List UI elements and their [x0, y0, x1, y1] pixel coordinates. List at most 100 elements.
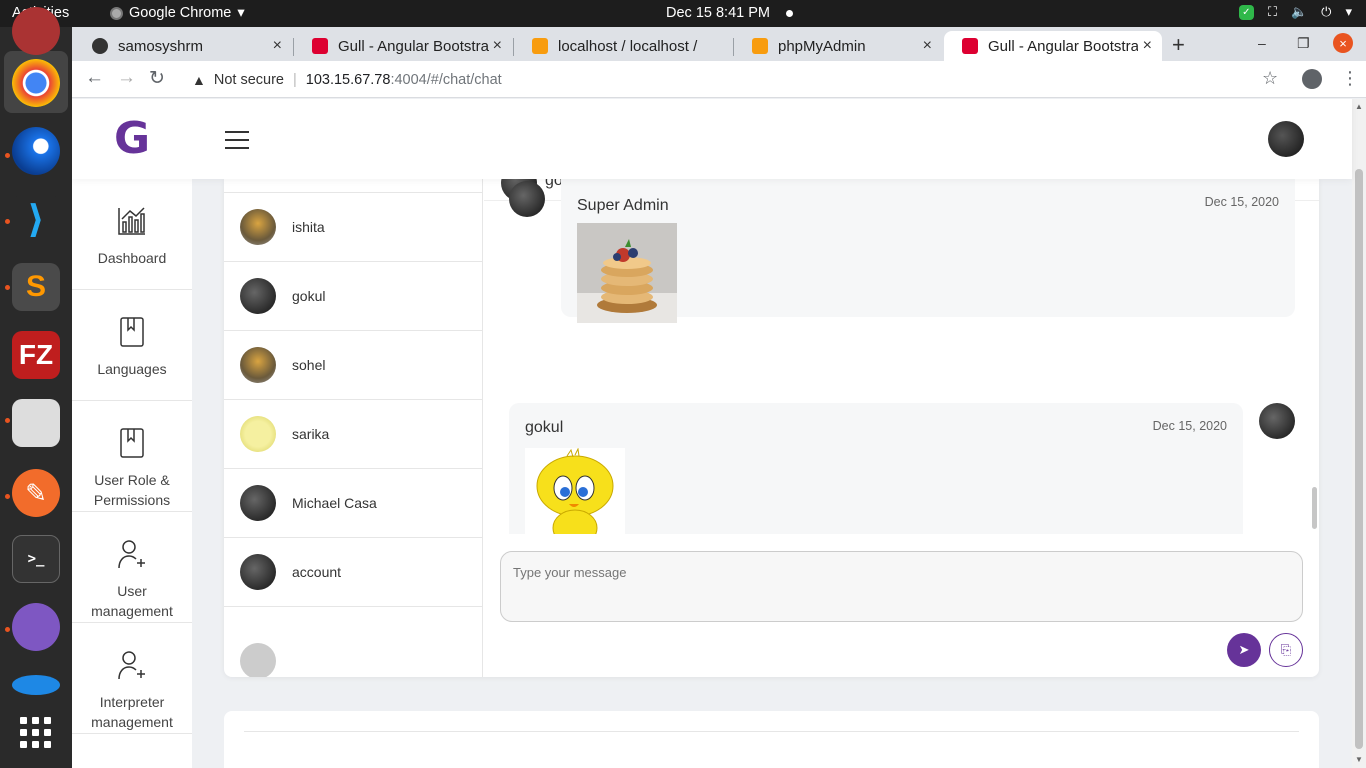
chrome-icon[interactable]: [12, 59, 60, 107]
sidebar-item-dashboard[interactable]: Dashboard: [72, 179, 192, 290]
browser-toolbar: ← → ↻ ▲ Not secure | 103.15.67.78:4004/#…: [72, 61, 1366, 98]
contact-item[interactable]: [224, 607, 483, 677]
add-user-icon: [118, 651, 145, 680]
profile-icon[interactable]: [1302, 69, 1322, 89]
forward-button[interactable]: →: [117, 67, 136, 89]
close-icon[interactable]: ×: [493, 37, 502, 55]
new-tab-button[interactable]: +: [1172, 32, 1185, 58]
show-apps-icon[interactable]: [20, 717, 51, 748]
sidebar: Dashboard Languages User Role & Permissi…: [72, 179, 192, 768]
message-input[interactable]: [500, 551, 1303, 622]
warning-icon[interactable]: ▲: [192, 72, 206, 88]
chevron-down-icon: ▾: [237, 5, 245, 21]
page-scrollbar[interactable]: ▲ ▼: [1352, 99, 1366, 768]
contact-list[interactable]: ishita gokul sohel sarika Michael Casa a…: [224, 179, 483, 677]
back-button[interactable]: ←: [85, 67, 104, 89]
system-top-bar: Activities Google Chrome ▾ Dec 15 8:41 P…: [0, 0, 1366, 27]
bookmark-star-icon[interactable]: ☆: [1262, 68, 1278, 89]
avatar: [240, 209, 276, 245]
footer-card: [224, 711, 1319, 768]
phpmyadmin-icon: [532, 38, 548, 54]
user-avatar[interactable]: [1268, 121, 1304, 157]
thunderbird-icon[interactable]: [12, 127, 60, 175]
sublime-icon[interactable]: S: [12, 263, 60, 311]
app-name: Google Chrome: [129, 5, 232, 21]
skype-icon[interactable]: [12, 675, 60, 695]
tab-gull-1[interactable]: Gull - Angular Bootstra ×: [294, 31, 512, 61]
pancakes-image[interactable]: [577, 223, 677, 323]
clock[interactable]: Dec 15 8:41 PM: [666, 5, 770, 21]
avatar: [240, 642, 276, 677]
angular-icon: [312, 38, 328, 54]
power-icon[interactable]: ⏻: [1321, 4, 1331, 20]
window-close-button[interactable]: ×: [1333, 33, 1353, 53]
message-bubble: gokul Dec 15, 2020: [509, 403, 1243, 534]
postman-icon[interactable]: ✎: [12, 469, 60, 517]
hamburger-menu-icon[interactable]: [225, 131, 249, 155]
attach-button[interactable]: ⎘: [1269, 633, 1303, 667]
volume-icon[interactable]: 🔈: [1291, 4, 1307, 20]
avatar: [240, 347, 276, 383]
sidebar-item-user-management[interactable]: User management: [72, 512, 192, 623]
contact-item[interactable]: sohel: [224, 331, 483, 400]
contact-item[interactable]: sarika: [224, 400, 483, 469]
close-icon[interactable]: ×: [273, 37, 282, 55]
contact-item[interactable]: account: [224, 538, 483, 607]
list-item[interactable]: [224, 179, 483, 193]
shield-icon[interactable]: ✓: [1238, 4, 1254, 20]
avatar: [240, 485, 276, 521]
chat-scrollbar[interactable]: [1312, 487, 1317, 529]
terminal-icon[interactable]: >_: [12, 535, 60, 583]
scroll-down-icon[interactable]: ▼: [1355, 755, 1363, 764]
files-icon[interactable]: [12, 399, 60, 447]
book-icon: [120, 428, 144, 458]
contact-item[interactable]: ishita: [224, 193, 483, 262]
reload-button[interactable]: ↻: [149, 67, 165, 90]
vscode-icon[interactable]: ⟩: [12, 195, 60, 243]
tab-phpmyadmin[interactable]: phpMyAdmin ×: [734, 31, 942, 61]
filezilla-icon[interactable]: FZ: [12, 331, 60, 379]
scrollbar-thumb[interactable]: [1355, 169, 1363, 749]
chevron-down-icon[interactable]: ▾: [1345, 4, 1352, 20]
angular-icon: [962, 38, 978, 54]
close-icon[interactable]: ×: [923, 37, 932, 55]
sidebar-item-languages[interactable]: Languages: [72, 290, 192, 401]
system-tray[interactable]: ✓ ⛶ 🔈 ⏻ ▾: [1238, 4, 1352, 20]
send-button[interactable]: ➤: [1227, 633, 1261, 667]
tab-localhost[interactable]: localhost / localhost /: [514, 31, 732, 61]
app-logo[interactable]: G: [114, 113, 150, 164]
app-menu[interactable]: Google Chrome ▾: [110, 5, 245, 21]
address-bar[interactable]: ▲ Not secure | 103.15.67.78:4004/#/chat/…: [180, 65, 1284, 94]
dock: ⟩ S FZ ✎ >_: [0, 7, 72, 768]
conversation[interactable]: gokul Super Admin Dec 15, 2020: [484, 179, 1319, 534]
sidebar-item-user-role-permissions[interactable]: User Role & Permissions: [72, 401, 192, 512]
maximize-button[interactable]: ❐: [1297, 35, 1310, 52]
url-host: 103.15.67.78: [305, 71, 391, 88]
message-bubble: Super Admin Dec 15, 2020: [561, 179, 1295, 323]
avatar: [509, 181, 545, 217]
security-label[interactable]: Not secure: [214, 72, 284, 88]
network-icon[interactable]: ⛶: [1268, 4, 1277, 20]
app-icon[interactable]: [12, 7, 60, 55]
sidebar-item-interpreter-management[interactable]: Interpreter management: [72, 623, 192, 734]
contact-item[interactable]: gokul: [224, 262, 483, 331]
avatar: [240, 416, 276, 452]
phpmyadmin-icon: [752, 38, 768, 54]
app-header: G: [72, 99, 1352, 179]
pidgin-icon[interactable]: [12, 603, 60, 651]
tab-samosyshrm[interactable]: samosyshrm ×: [74, 31, 292, 61]
minimize-button[interactable]: –: [1258, 35, 1266, 51]
scroll-up-icon[interactable]: ▲: [1355, 102, 1363, 111]
tweety-image[interactable]: [525, 448, 625, 534]
close-icon[interactable]: ×: [1143, 37, 1152, 55]
contact-item[interactable]: Michael Casa: [224, 469, 483, 538]
menu-icon[interactable]: ⋮: [1341, 68, 1359, 89]
tab-gull-active[interactable]: Gull - Angular Bootstra ×: [944, 31, 1162, 61]
avatar: [240, 278, 276, 314]
chat-card: ishita gokul sohel sarika Michael Casa a…: [224, 179, 1319, 677]
avatar: [240, 554, 276, 590]
tab-strip: samosyshrm × Gull - Angular Bootstra × l…: [72, 27, 1366, 61]
chart-icon: [118, 207, 145, 235]
github-icon: [92, 38, 108, 54]
notification-dot: [786, 10, 793, 17]
